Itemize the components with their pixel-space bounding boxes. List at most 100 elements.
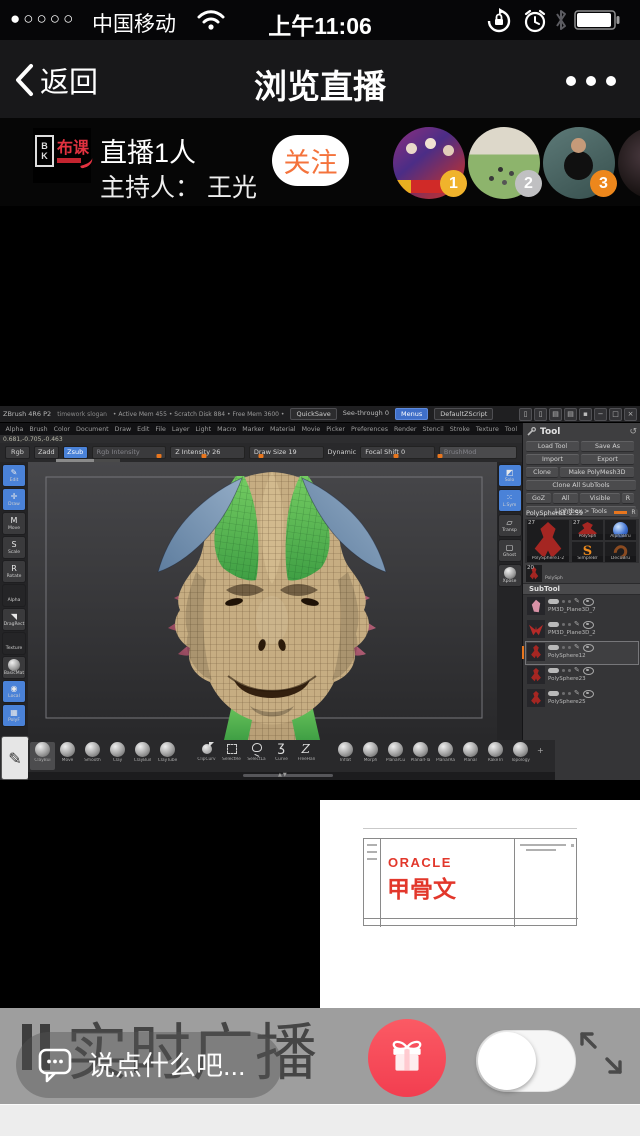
menu-item[interactable]: Edit (135, 426, 152, 433)
brush-item[interactable]: Planar (458, 742, 483, 770)
visibility-pill[interactable] (548, 668, 559, 673)
viewer-avatar[interactable]: 2 (468, 127, 540, 199)
tray-more-button[interactable]: + (537, 746, 544, 755)
eye-icon[interactable] (583, 667, 594, 675)
menu-item[interactable]: Material (267, 426, 298, 433)
shelf-control[interactable]: BrushMod (439, 446, 517, 459)
menu-item[interactable]: Marker (240, 426, 267, 433)
window-button[interactable]: − (594, 408, 607, 421)
brush-item[interactable]: PlanarCu (383, 742, 408, 770)
brush-item[interactable]: Move (55, 742, 80, 770)
defaultzscript-button[interactable]: DefaultZScript (434, 408, 493, 420)
left-shelf-button[interactable]: M Move (2, 512, 26, 535)
stroke-item[interactable]: FreeHan (294, 742, 319, 770)
menu-item[interactable]: File (153, 426, 169, 433)
shelf-control[interactable]: Rgb Intensity (92, 446, 167, 459)
left-shelf-button[interactable]: ◥ DragRect (2, 608, 26, 631)
viewer-avatar[interactable]: 3 (543, 127, 615, 199)
tool-thumbnail[interactable]: AlphaBru (605, 520, 636, 540)
menu-item[interactable]: Layer (169, 426, 192, 433)
window-button[interactable]: ▤ (564, 408, 577, 421)
window-button[interactable]: ▪ (579, 408, 592, 421)
right-shelf-button[interactable]: ◩ Solo (498, 464, 522, 487)
left-shelf-button[interactable]: R Rotate (2, 560, 26, 583)
visibility-pill[interactable] (548, 645, 559, 650)
quicksketch-pencil-icon[interactable]: ✎ (1, 736, 29, 780)
active-tool-thumbnail[interactable]: 27 PolySphere1-2 (527, 520, 569, 562)
menu-item[interactable]: Macro (215, 426, 239, 433)
window-button[interactable]: □ (609, 408, 622, 421)
tool-button[interactable]: Save As (581, 441, 634, 452)
brush-item[interactable]: ClayBuil (130, 742, 155, 770)
menu-item[interactable]: Stencil (420, 426, 446, 433)
expand-fullscreen-button[interactable] (578, 1026, 624, 1080)
brush-item[interactable]: Topology (508, 742, 533, 770)
shelf-control[interactable]: Rgb (5, 446, 30, 459)
edit-pen-icon[interactable]: ✎ (574, 621, 580, 628)
visibility-pill[interactable] (548, 622, 559, 627)
visibility-pill[interactable] (548, 691, 559, 696)
subtool-row[interactable]: ✎ PolySphere12 (526, 642, 638, 664)
menu-item[interactable]: Stroke (447, 426, 472, 433)
stroke-item[interactable]: SelectRe (219, 742, 244, 770)
more-options-button[interactable] (566, 76, 616, 86)
comment-input-pill[interactable] (16, 1032, 282, 1098)
tray-scroll-arrows[interactable]: ▲▼ (278, 772, 288, 778)
tool-button[interactable]: Clone (526, 467, 558, 478)
tool-button[interactable]: Visible (580, 493, 620, 504)
menu-item[interactable]: Preferences (348, 426, 390, 433)
menu-item[interactable]: Alpha (3, 426, 26, 433)
brush-item[interactable]: PlanarFla (408, 742, 433, 770)
window-button[interactable]: ▯ (519, 408, 532, 421)
stroke-item[interactable]: Curve (269, 742, 294, 770)
window-button[interactable]: × (624, 408, 637, 421)
brush-item[interactable]: RakeTri (483, 742, 508, 770)
subtool-row[interactable]: ✎ PM3D_Plane3D_2 (526, 619, 638, 641)
tool-button[interactable]: GoZ (526, 493, 551, 504)
current-tool-row[interactable]: PolySphere1-2.59 R (526, 508, 638, 517)
shelf-control[interactable]: Zadd (34, 446, 59, 459)
menu-item[interactable]: Draw (112, 426, 133, 433)
gift-button[interactable] (368, 1019, 446, 1097)
viewer-avatar[interactable]: 1 (393, 127, 465, 199)
edit-pen-icon[interactable]: ✎ (574, 690, 580, 697)
extra-tool-thumbnail[interactable]: 20 PolySph (526, 565, 638, 583)
left-shelf-button[interactable]: ✛ Draw (2, 488, 26, 511)
tool-thumbnail[interactable]: DecoBru (605, 542, 636, 562)
follow-button[interactable]: 关注 (272, 135, 349, 186)
menus-toggle-button[interactable]: Menus (395, 408, 428, 420)
menu-item[interactable]: Color (51, 426, 72, 433)
menu-item[interactable]: Picker (324, 426, 348, 433)
brush-item[interactable]: Morph (358, 742, 383, 770)
shelf-control[interactable]: Zsub (63, 446, 88, 459)
tool-button[interactable]: Load Tool (526, 441, 579, 452)
right-shelf-button[interactable]: ▱ Transp (498, 514, 522, 537)
left-shelf-button[interactable]: S Scale (2, 536, 26, 559)
zbrush-canvas[interactable] (28, 462, 497, 740)
tool-button[interactable]: Clone All SubTools (526, 480, 636, 491)
left-shelf-button[interactable]: Alpha (2, 584, 26, 607)
eye-icon[interactable] (583, 621, 594, 629)
tool-button[interactable]: All (553, 493, 578, 504)
refresh-icon[interactable]: ↺ (629, 427, 637, 437)
menu-item[interactable]: Document (74, 426, 112, 433)
eye-icon[interactable] (583, 644, 594, 652)
right-shelf-button[interactable]: ⁙ L.Sym (498, 489, 522, 512)
stroke-item[interactable]: SelectLa (244, 742, 269, 770)
brush-item[interactable]: Smooth (80, 742, 105, 770)
visibility-pill[interactable] (548, 599, 559, 604)
eye-icon[interactable] (583, 690, 594, 698)
subtool-row[interactable]: ✎ PolySphere23 (526, 665, 638, 687)
brush-item[interactable]: PlanarRa (433, 742, 458, 770)
comment-input[interactable] (86, 1044, 270, 1088)
tray-scrollbar[interactable] (243, 774, 333, 777)
right-shelf-button[interactable]: ▢ Ghost (498, 539, 522, 562)
tool-button[interactable]: R (622, 493, 634, 504)
viewer-avatar[interactable] (618, 127, 640, 199)
menu-item[interactable]: Tool (502, 426, 519, 433)
window-button[interactable]: ▤ (549, 408, 562, 421)
brush-item[interactable]: ClayBui (30, 742, 55, 770)
edit-pen-icon[interactable]: ✎ (574, 667, 580, 674)
shelf-control[interactable]: Dynamic (328, 446, 357, 459)
shelf-control[interactable]: Focal Shift 0 (360, 446, 435, 459)
